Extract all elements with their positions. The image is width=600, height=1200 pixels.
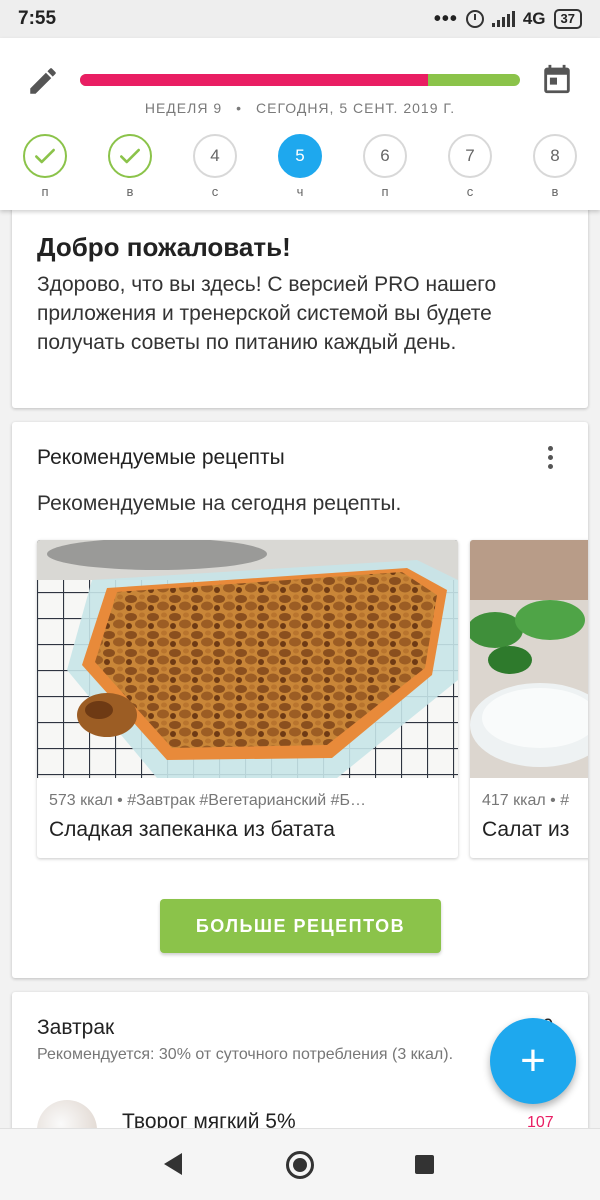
day-circle: 6	[363, 134, 407, 178]
day-7[interactable]: 8в	[533, 134, 577, 199]
recipe-image	[37, 540, 458, 778]
recipe-meta: 573 ккал • #Завтрак #Вегетарианский #Б…	[49, 792, 367, 809]
day-label: п	[41, 184, 49, 199]
notification-dots-icon: •••	[433, 7, 458, 30]
meal-recommendation: Рекомендуется: 30% от суточного потребле…	[37, 1046, 454, 1063]
alarm-icon	[465, 10, 484, 28]
system-nav-bar	[0, 1128, 600, 1200]
recipe-card[interactable]: 573 ккал • #Завтрак #Вегетарианский #Б… …	[37, 540, 458, 858]
calorie-progress-fill	[80, 74, 428, 86]
edit-icon[interactable]	[26, 64, 60, 98]
meal-title: Завтрак	[37, 1016, 115, 1039]
week-header: НЕДЕЛЯ 9 • СЕГОДНЯ, 5 СЕНТ. 2019 Г. пв4с5ч…	[0, 38, 600, 210]
day-number: 4	[210, 146, 220, 165]
day-circle: 7	[448, 134, 492, 178]
recipe-name: Сладкая запеканка из батата	[49, 818, 335, 841]
day-selector: пв4с5ч6п7с8в	[0, 134, 600, 204]
day-label: с	[211, 184, 219, 199]
recipe-card[interactable]: 417 ккал • # Салат из	[470, 540, 588, 858]
date-label: СЕГОДНЯ, 5 СЕНТ. 2019 Г.	[256, 100, 456, 116]
welcome-title: Добро пожаловать!	[37, 232, 291, 262]
battery-icon: 37	[553, 9, 582, 29]
calorie-progress-bar	[80, 74, 520, 86]
day-number: 6	[380, 146, 390, 165]
checkmark-icon	[35, 148, 55, 164]
day-number: 8	[550, 146, 560, 165]
recipes-subtitle: Рекомендуемые на сегодня рецепты.	[37, 492, 402, 515]
welcome-text: Здорово, что вы здесь! С версией PRO наш…	[37, 273, 497, 354]
day-circle: 5	[278, 134, 322, 178]
back-icon[interactable]	[164, 1153, 182, 1175]
recipe-image	[470, 540, 588, 778]
more-options-icon[interactable]	[542, 446, 558, 472]
recent-apps-icon[interactable]	[415, 1155, 434, 1174]
day-label: п	[381, 184, 389, 199]
status-time: 7:55	[18, 8, 57, 29]
day-label: в	[551, 184, 559, 199]
day-label: ч	[296, 184, 304, 199]
network-type: 4G	[522, 9, 546, 28]
day-circle: 8	[533, 134, 577, 178]
week-label: НЕДЕЛЯ 9	[144, 100, 223, 116]
status-bar: 7:55 ••• 4G 37	[0, 0, 600, 38]
add-food-button[interactable]: +	[490, 1018, 576, 1104]
day-5[interactable]: 6п	[363, 134, 407, 199]
calendar-icon[interactable]	[540, 62, 574, 96]
day-number: 5	[295, 146, 305, 165]
day-circle: 4	[193, 134, 237, 178]
recommended-recipes-card: Рекомендуемые рецепты Рекомендуемые на с…	[12, 422, 588, 978]
day-done-circle	[108, 134, 152, 178]
checkmark-icon	[120, 148, 140, 164]
signal-icon	[491, 11, 515, 27]
recipes-title: Рекомендуемые рецепты	[37, 446, 285, 469]
week-date-line: НЕДЕЛЯ 9 • СЕГОДНЯ, 5 СЕНТ. 2019 Г.	[144, 100, 456, 116]
day-2[interactable]: в	[108, 134, 152, 199]
plus-icon: +	[520, 1036, 546, 1085]
recipe-meta: 417 ккал • #	[482, 792, 570, 809]
day-1[interactable]: п	[23, 134, 67, 199]
more-recipes-button[interactable]: БОЛЬШЕ РЕЦЕПТОВ	[160, 899, 441, 953]
day-4[interactable]: 5ч	[278, 134, 322, 199]
home-icon[interactable]	[286, 1151, 314, 1179]
day-6[interactable]: 7с	[448, 134, 492, 199]
day-done-circle	[23, 134, 67, 178]
day-label: в	[126, 184, 134, 199]
status-icons: ••• 4G 37	[434, 8, 582, 31]
day-3[interactable]: 4с	[193, 134, 237, 199]
day-number: 7	[465, 146, 475, 165]
day-label: с	[466, 184, 474, 199]
welcome-card: Добро пожаловать! Здорово, что вы здесь!…	[12, 196, 588, 408]
recipe-name: Салат из	[482, 818, 570, 841]
